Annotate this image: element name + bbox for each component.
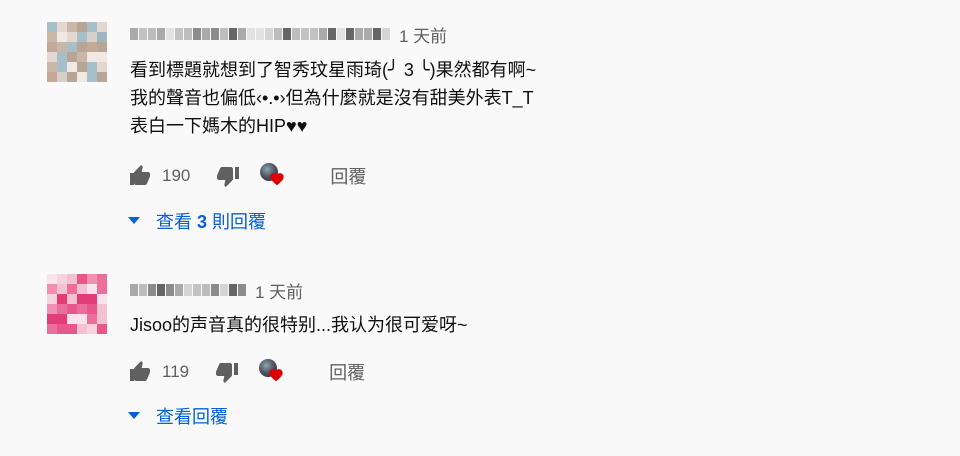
author-name-blurred[interactable]: [130, 283, 247, 297]
creator-heart: [259, 357, 289, 387]
like-count: 119: [162, 362, 190, 381]
like-button[interactable]: [128, 360, 152, 384]
thumb-down-icon: [217, 167, 240, 187]
thumb-down-icon: [216, 363, 239, 383]
reply-button[interactable]: 回覆: [329, 359, 365, 385]
heart-icon: [270, 173, 285, 186]
dislike-button[interactable]: [215, 360, 239, 384]
reply-button[interactable]: 回覆: [330, 163, 366, 189]
thumb-up-icon: [130, 165, 150, 185]
like-count: 190: [162, 166, 191, 185]
comment-text: Jisoo的声音真的很特别...我认为很可爱呀~: [130, 315, 468, 335]
comment-header: 1 天前: [130, 278, 303, 303]
user-avatar[interactable]: [47, 22, 107, 82]
caret-down-icon: [128, 217, 140, 224]
comment-timestamp[interactable]: 1 天前: [399, 22, 447, 47]
comment-actions: 190 回覆: [128, 161, 366, 191]
creator-heart: [260, 161, 290, 191]
view-replies-label: 查看 3 則回覆: [156, 212, 267, 232]
thumb-up-icon: [130, 361, 150, 381]
user-avatar[interactable]: [47, 274, 107, 334]
comment-timestamp[interactable]: 1 天前: [255, 278, 303, 303]
like-button[interactable]: [128, 164, 152, 188]
dislike-button[interactable]: [216, 164, 240, 188]
heart-icon: [269, 369, 283, 382]
comment-header: 1 天前: [130, 22, 447, 47]
view-replies-button[interactable]: 查看回覆: [128, 402, 228, 430]
comment-text: 看到標題就想到了智秀玟星雨琦(╯ 3 ╰)果然都有啊~ 我的聲音也偏低‹•.•›…: [130, 60, 537, 136]
author-name-blurred[interactable]: [130, 27, 391, 41]
comment-actions: 119 回覆: [128, 357, 365, 387]
caret-down-icon: [128, 412, 140, 419]
view-replies-label: 查看回覆: [156, 407, 228, 427]
view-replies-button[interactable]: 查看 3 則回覆: [128, 207, 266, 235]
